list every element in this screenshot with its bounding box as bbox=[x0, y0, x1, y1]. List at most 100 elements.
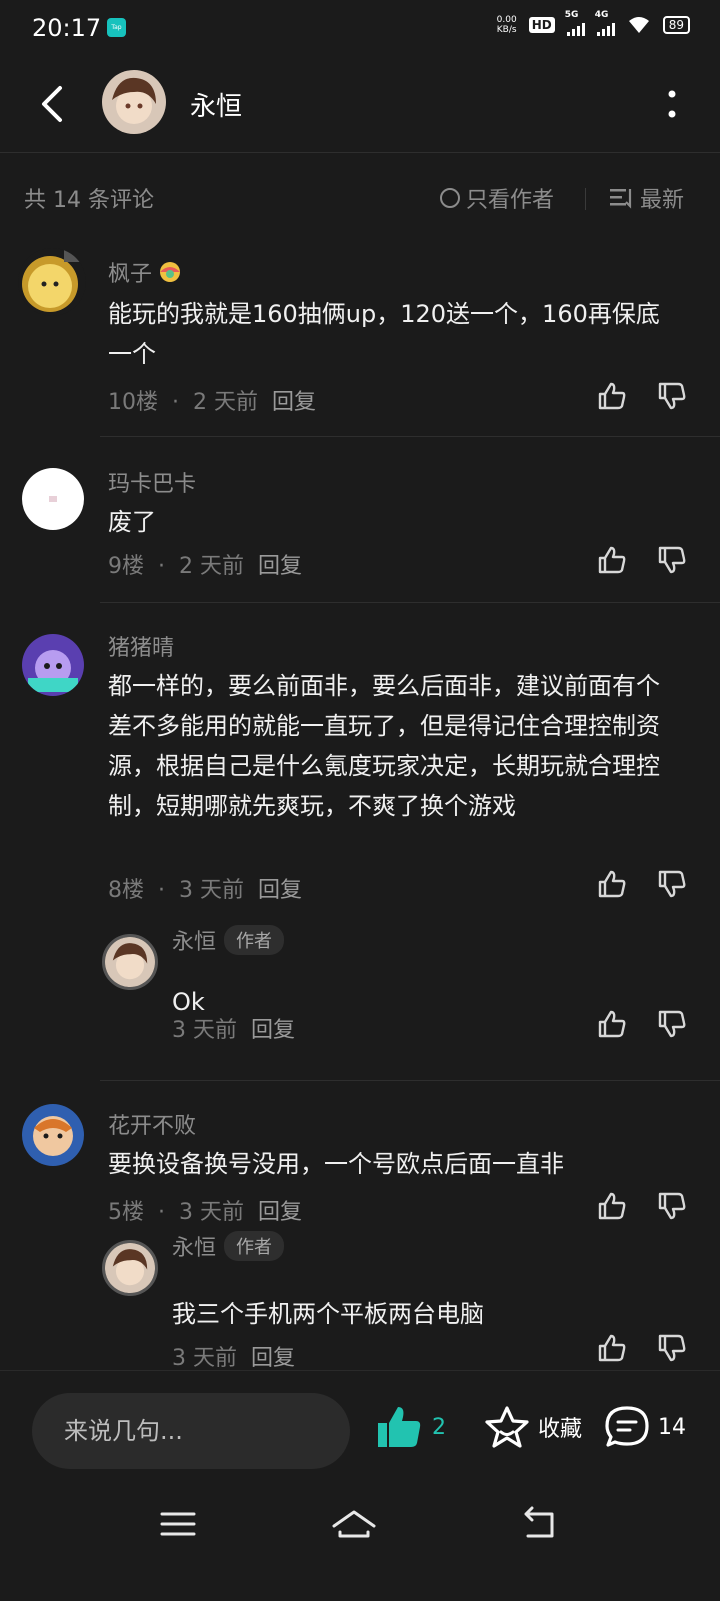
author-reply-header: 永恒 作者 bbox=[172, 924, 285, 956]
reply-button[interactable]: 回复 bbox=[258, 1200, 302, 1225]
thumbs-down-icon[interactable] bbox=[656, 868, 688, 900]
sort-icon bbox=[610, 189, 632, 209]
reply-meta: 3 天前 回复 bbox=[172, 1340, 295, 1372]
home-icon[interactable] bbox=[330, 1502, 378, 1546]
reply-button[interactable]: 回复 bbox=[258, 554, 302, 579]
comment-time: 3 天前 bbox=[179, 1200, 244, 1225]
comment-meta: 9楼 · 2 天前 回复 bbox=[108, 554, 303, 579]
author-reply-avatar[interactable] bbox=[102, 1240, 158, 1296]
comment-bubble-icon bbox=[605, 1406, 649, 1447]
net-speed: 0.00 KB/s bbox=[497, 15, 517, 35]
reply-time: 3 天前 bbox=[172, 1018, 237, 1043]
comment-author-name[interactable]: 猪猪晴 bbox=[108, 630, 174, 662]
comment-time: 2 天前 bbox=[193, 390, 258, 415]
thumbs-up-icon[interactable] bbox=[596, 544, 628, 576]
author-tag-badge: 作者 bbox=[224, 1231, 285, 1261]
thumbs-up-icon[interactable] bbox=[596, 380, 628, 412]
thumbs-down-icon[interactable] bbox=[656, 544, 688, 576]
thumbs-down-icon[interactable] bbox=[656, 1332, 688, 1364]
divider bbox=[585, 188, 586, 210]
comment-meta: 5楼 · 3 天前 回复 bbox=[108, 1200, 303, 1225]
menu-icon[interactable] bbox=[160, 1502, 196, 1546]
status-time: 20:17 bbox=[32, 14, 102, 42]
avatar[interactable] bbox=[22, 1104, 84, 1166]
comment-actions bbox=[596, 868, 688, 900]
comment-count: 14 bbox=[658, 1414, 686, 1440]
comment-time: 2 天前 bbox=[179, 554, 244, 579]
signal-4g-icon: 4G bbox=[595, 10, 615, 36]
thumbs-up-icon[interactable] bbox=[596, 1332, 628, 1364]
comment-text: 能玩的我就是160抽俩up，120送一个，160再保底一个 bbox=[108, 300, 660, 368]
divider bbox=[100, 1080, 720, 1081]
reply-time: 3 天前 bbox=[172, 1346, 237, 1371]
net-speed-unit: KB/s bbox=[496, 25, 517, 35]
battery-icon: 89 bbox=[662, 16, 690, 34]
reply-button[interactable]: 回复 bbox=[251, 1346, 295, 1371]
reply-button[interactable]: 回复 bbox=[251, 1018, 295, 1043]
radio-icon bbox=[440, 188, 460, 208]
reply-meta: 3 天前 回复 bbox=[172, 1012, 295, 1044]
author-only-toggle[interactable]: 只看作者 bbox=[440, 182, 554, 214]
divider bbox=[100, 436, 720, 437]
net-speed-value: 0.00 bbox=[496, 15, 517, 25]
top-header: 永恒 bbox=[0, 56, 720, 153]
status-icons: 0.00 KB/s HD 5G 4G 89 bbox=[497, 10, 690, 36]
comment-floor: 10楼 bbox=[108, 390, 158, 415]
comment-text: 要换设备换号没用，一个号欧点后面一直非 bbox=[108, 1150, 564, 1178]
avatar[interactable] bbox=[22, 468, 84, 530]
sort-label: 最新 bbox=[640, 188, 685, 213]
back-icon[interactable] bbox=[36, 84, 68, 124]
reply-text: 我三个手机两个平板两台电脑 bbox=[172, 1300, 484, 1328]
comment-author-name[interactable]: 玛卡巴卡 bbox=[108, 466, 196, 498]
like-button[interactable]: 2 bbox=[376, 1405, 446, 1449]
comment-time: 3 天前 bbox=[179, 878, 244, 903]
system-nav-bar bbox=[0, 1480, 720, 1600]
comments-button[interactable]: 14 bbox=[604, 1405, 686, 1449]
signal-5g-icon: 5G bbox=[565, 10, 585, 36]
thumbs-up-icon[interactable] bbox=[596, 868, 628, 900]
comment-input[interactable]: 来说几句... bbox=[32, 1393, 350, 1469]
comment-filter-bar: 共 14 条评论 只看作者 最新 bbox=[0, 160, 720, 240]
badge-icon bbox=[160, 262, 181, 282]
reply-button[interactable]: 回复 bbox=[258, 878, 302, 903]
comment-actions bbox=[596, 544, 688, 576]
back-nav-icon[interactable] bbox=[520, 1502, 560, 1546]
reply-actions bbox=[596, 1332, 688, 1364]
thumbs-up-icon[interactable] bbox=[596, 1008, 628, 1040]
author-reply-header: 永恒 作者 bbox=[172, 1230, 285, 1262]
comment-author-name: 枫子 bbox=[108, 262, 153, 287]
star-icon bbox=[485, 1406, 529, 1448]
status-bar: 20:17 Tap 0.00 KB/s HD 5G 4G 89 bbox=[0, 0, 720, 56]
thumbs-down-icon[interactable] bbox=[656, 380, 688, 412]
favorite-label: 收藏 bbox=[538, 1417, 583, 1442]
thumbs-up-icon bbox=[378, 1407, 421, 1447]
author-only-label: 只看作者 bbox=[466, 188, 555, 213]
avatar[interactable] bbox=[18, 248, 86, 316]
comment-author[interactable]: 枫子 bbox=[108, 256, 184, 288]
comment-floor: 8楼 bbox=[108, 878, 144, 903]
reply-actions bbox=[596, 1008, 688, 1040]
comment-author-name[interactable]: 花开不败 bbox=[108, 1108, 196, 1140]
sort-button[interactable]: 最新 bbox=[610, 182, 684, 214]
thumbs-up-icon[interactable] bbox=[596, 1190, 628, 1222]
like-count: 2 bbox=[432, 1414, 446, 1440]
author-avatar[interactable] bbox=[102, 70, 166, 134]
comment-meta: 10楼 · 2 天前 回复 bbox=[108, 390, 317, 415]
sim1-network: 5G bbox=[564, 10, 579, 20]
reply-button[interactable]: 回复 bbox=[272, 390, 316, 415]
hd-icon: HD bbox=[528, 17, 555, 33]
wifi-icon bbox=[628, 17, 649, 33]
thumbs-down-icon[interactable] bbox=[656, 1008, 688, 1040]
author-reply-avatar[interactable] bbox=[102, 934, 158, 990]
comment-text: 都一样的，要么前面非，要么后面非，建议前面有个差不多能用的就能一直玩了，但是得记… bbox=[108, 672, 660, 820]
comment-text: 废了 bbox=[108, 508, 156, 536]
favorite-button[interactable]: 收藏 bbox=[484, 1405, 582, 1449]
thumbs-down-icon[interactable] bbox=[656, 1190, 688, 1222]
page-title: 永恒 bbox=[190, 92, 243, 122]
reply-author-name[interactable]: 永恒 bbox=[172, 1230, 216, 1262]
avatar[interactable] bbox=[22, 634, 84, 696]
more-vertical-icon[interactable] bbox=[666, 86, 678, 122]
comment-floor: 9楼 bbox=[108, 554, 144, 579]
comment-count: 共 14 条评论 bbox=[24, 188, 154, 213]
reply-author-name[interactable]: 永恒 bbox=[172, 924, 216, 956]
